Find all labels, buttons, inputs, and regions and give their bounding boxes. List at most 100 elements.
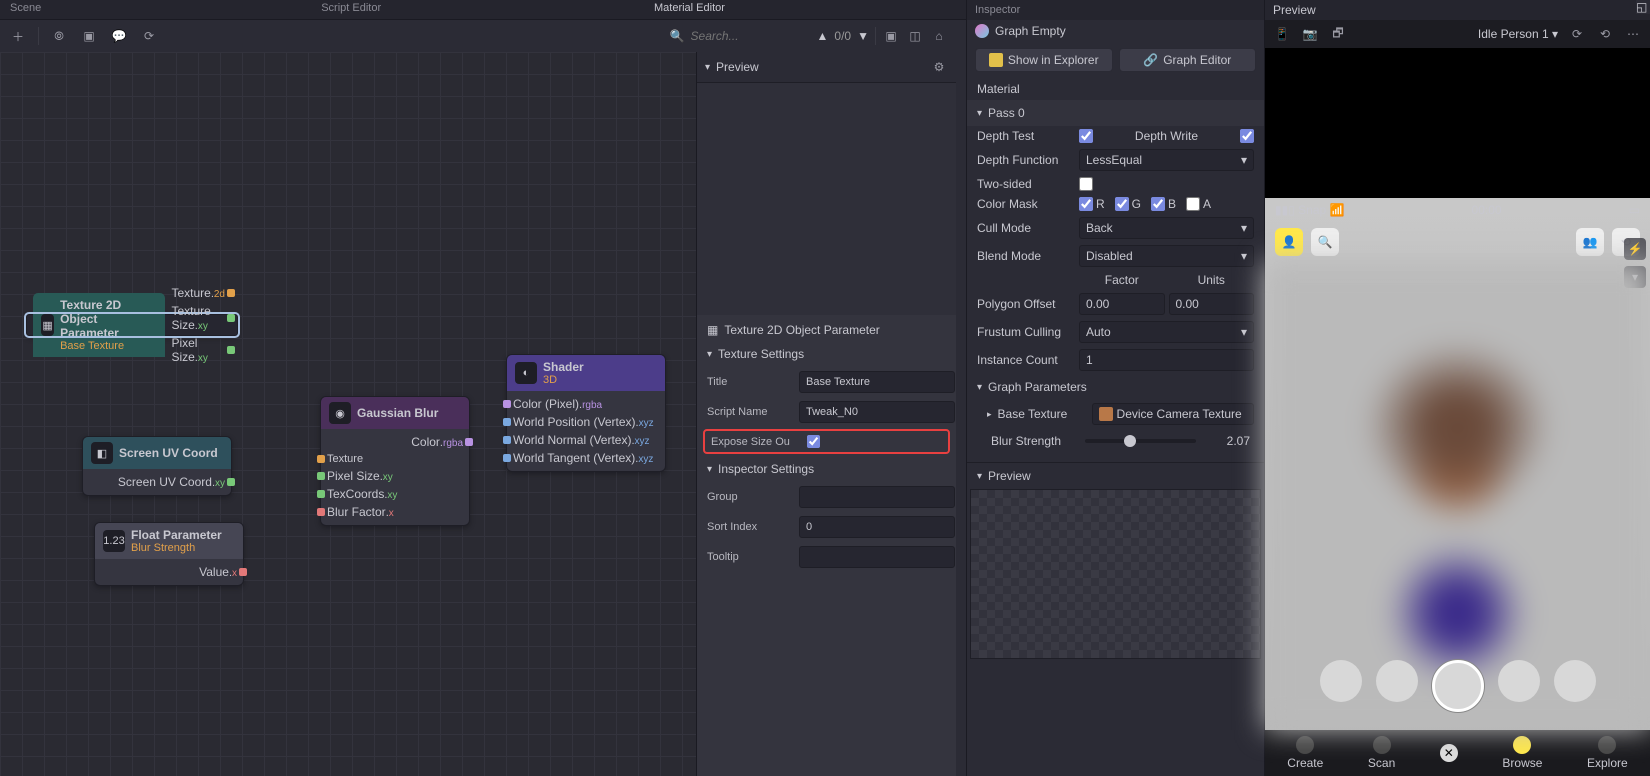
home-icon[interactable]: ⌂ <box>930 27 948 45</box>
nav-up-icon[interactable]: ▲ <box>817 29 829 43</box>
polygon-offset-units-input[interactable]: 0.00 <box>1169 293 1255 315</box>
lens-carousel[interactable] <box>1265 660 1650 712</box>
more-icon[interactable]: ⋯ <box>1624 25 1642 43</box>
depth-function-label: Depth Function <box>977 153 1073 167</box>
sort-index-input[interactable] <box>799 516 955 538</box>
inspector-title: Graph Empty <box>995 24 1066 38</box>
nav-close[interactable]: ✕ <box>1440 744 1458 762</box>
graph-icon <box>975 24 989 38</box>
tab-script-editor[interactable]: Script Editor <box>311 0 391 19</box>
nav-explore[interactable]: Explore <box>1587 736 1628 770</box>
carrier-label: Snap <box>1298 203 1326 217</box>
tooltip-input[interactable] <box>799 546 955 568</box>
search-phone-icon[interactable]: 🔍 <box>1311 228 1339 256</box>
two-sided-checkbox[interactable] <box>1079 177 1093 191</box>
node-title: Float Parameter <box>131 528 222 542</box>
camera-icon[interactable]: 📷 <box>1301 25 1319 43</box>
nav-create[interactable]: Create <box>1287 736 1323 770</box>
expose-size-checkbox[interactable] <box>807 435 820 448</box>
depth-write-checkbox[interactable] <box>1240 129 1254 143</box>
tooltip-label: Tooltip <box>707 551 793 563</box>
material-editor-toolbar: ＋ ⦾ ▣ 💬 ⟳ 🔍 ▲ 0/0 ▼ ▣ ◫ ⌂ <box>0 20 956 52</box>
restart-icon[interactable]: ⟲ <box>1596 25 1614 43</box>
pass-0-header[interactable]: ▾Pass 0 <box>967 100 1264 126</box>
tab-scene[interactable]: Scene <box>0 0 51 19</box>
depth-function-select[interactable]: LessEqual▾ <box>1079 149 1254 171</box>
comment-icon[interactable]: 💬 <box>109 26 129 46</box>
node-gaussian-blur[interactable]: ◉ Gaussian Blur Color.rgba Texture Pixel… <box>320 396 470 526</box>
link-icon: 🔗 <box>1143 53 1158 67</box>
parameter-icon: ▦ <box>707 323 718 337</box>
lens-item[interactable] <box>1320 660 1362 702</box>
color-mask-b-checkbox[interactable] <box>1151 197 1165 211</box>
color-mask-g-checkbox[interactable] <box>1115 197 1129 211</box>
script-name-input[interactable] <box>799 401 955 423</box>
base-texture-label: Base Texture <box>998 407 1086 421</box>
node-float-parameter[interactable]: 1.23 Float Parameter Blur Strength Value… <box>94 522 244 586</box>
preview-viewport <box>697 83 956 315</box>
factor-label: Factor <box>1079 273 1165 287</box>
show-in-explorer-button[interactable]: Show in Explorer <box>975 48 1113 72</box>
color-mask-r-checkbox[interactable] <box>1079 197 1093 211</box>
add-friend-icon[interactable]: 👥 <box>1576 228 1604 256</box>
depth-test-checkbox[interactable] <box>1079 129 1093 143</box>
inspector-settings-header[interactable]: ▾Inspector Settings <box>697 456 956 482</box>
graph-parameters-header[interactable]: ▾Graph Parameters <box>967 374 1264 400</box>
blur-strength-value[interactable]: 2.07 <box>1204 432 1254 450</box>
lens-item[interactable] <box>1498 660 1540 702</box>
cull-mode-select[interactable]: Back▾ <box>1079 217 1254 239</box>
chevron-down-icon[interactable]: ▾ <box>705 62 710 73</box>
profile-icon[interactable]: 👤 <box>1275 228 1303 256</box>
polygon-offset-factor-input[interactable]: 0.00 <box>1079 293 1165 315</box>
expand-icon[interactable]: ◫ <box>906 27 924 45</box>
graph-editor-button[interactable]: 🔗Graph Editor <box>1119 48 1257 72</box>
script-name-label: Script Name <box>707 406 793 418</box>
refresh-icon[interactable]: ⟳ <box>139 26 159 46</box>
preview-preset-select[interactable]: Idle Person 1 ▾ <box>1478 27 1558 41</box>
device-icon[interactable]: 📱 <box>1273 25 1291 43</box>
node-title: Gaussian Blur <box>357 406 438 420</box>
base-texture-select[interactable]: Device Camera Texture <box>1092 403 1254 425</box>
frustum-culling-select[interactable]: Auto▾ <box>1079 321 1254 343</box>
resize-handle[interactable]: ◱ <box>1636 0 1650 14</box>
tab-inspector[interactable]: Inspector <box>967 0 1264 20</box>
add-node-button[interactable]: ＋ <box>8 26 28 46</box>
flash-icon[interactable]: ⚡ <box>1624 238 1646 260</box>
wifi-icon: 📶 <box>1330 203 1345 217</box>
capture-button[interactable] <box>1432 660 1484 712</box>
group-input[interactable] <box>799 486 955 508</box>
blur-strength-slider[interactable] <box>1085 439 1196 443</box>
nav-scan[interactable]: Scan <box>1368 736 1395 770</box>
frustum-culling-label: Frustum Culling <box>977 325 1073 339</box>
nav-down-icon[interactable]: ▼ <box>857 29 869 43</box>
color-mask-a-checkbox[interactable] <box>1186 197 1200 211</box>
node-screen-uv-coord[interactable]: ◧ Screen UV Coord Screen UV Coord.xy <box>82 436 232 496</box>
search-input[interactable] <box>691 29 811 43</box>
frame-icon[interactable]: ▣ <box>79 26 99 46</box>
title-label: Title <box>707 376 793 388</box>
tab-preview[interactable]: Preview <box>1273 3 1316 17</box>
tab-material-editor[interactable]: Material Editor <box>644 0 735 19</box>
depth-test-label: Depth Test <box>977 129 1073 143</box>
blend-mode-select[interactable]: Disabled▾ <box>1079 245 1254 267</box>
explorer-icon <box>989 53 1003 67</box>
lens-item[interactable] <box>1376 660 1418 702</box>
node-title: Screen UV Coord <box>119 446 218 460</box>
sort-index-label: Sort Index <box>707 521 793 533</box>
tab-bar-me: Material Editor <box>644 0 966 20</box>
blend-mode-label: Blend Mode <box>977 249 1073 263</box>
inspector-preview-header[interactable]: ▾Preview <box>967 463 1264 489</box>
instance-count-input[interactable]: 1 <box>1079 349 1254 371</box>
title-input[interactable] <box>799 371 955 393</box>
multi-device-icon[interactable]: 🗗 <box>1329 25 1347 43</box>
snap-icon[interactable]: ⦾ <box>49 26 69 46</box>
texture-settings-header[interactable]: ▾Texture Settings <box>697 341 956 367</box>
reload-icon[interactable]: ⟳ <box>1568 25 1586 43</box>
node-shader[interactable]: ◐ Shader 3D Color (Pixel).rgba World Pos… <box>506 354 666 472</box>
fit-icon[interactable]: ▣ <box>882 27 900 45</box>
polygon-offset-label: Polygon Offset <box>977 297 1073 311</box>
node-texture2d-object-parameter[interactable]: ▦ Texture 2D Object Parameter Base Textu… <box>26 314 238 336</box>
nav-browse[interactable]: Browse <box>1502 736 1542 770</box>
gear-icon[interactable]: ⚙ <box>930 58 948 76</box>
lens-item[interactable] <box>1554 660 1596 702</box>
